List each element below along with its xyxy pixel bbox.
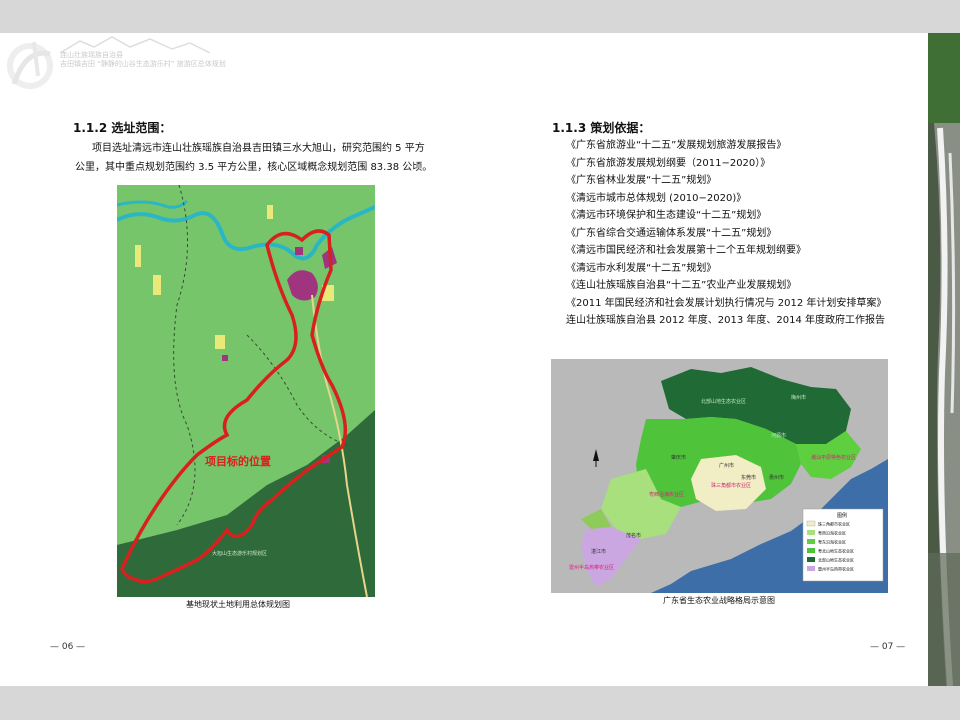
reference-item: 《广东省林业发展“十二五”规划》 (566, 175, 717, 186)
reference-item: 《广东省旅游业“十二五”发展规划旅游发展报告》 (566, 140, 787, 151)
legend-title: 图例 (837, 512, 847, 519)
reference-item: 《广东省综合交通运输体系发展“十二五”规划》 (566, 227, 777, 239)
legend-item: 粤北山地生态农业区 (818, 548, 854, 554)
header-line1: 连山壮族瑶族自治县 (60, 51, 123, 59)
map-label: 雷州半岛热带农业区 (569, 564, 614, 571)
legend-item: 粤东沿海农业区 (818, 539, 846, 545)
map-label: 潮汕平原特色农业区 (811, 454, 856, 461)
reference-item: 《广东省旅游发展规划纲要（2011−2020）》 (566, 157, 771, 169)
map-label: 粤西沿海农业区 (649, 491, 684, 498)
reference-item: 《清远市水利发展“十二五”规划》 (566, 262, 717, 274)
header-logo (7, 41, 53, 89)
left-paragraph: 项目选址清远市连山壮族瑶族自治县吉田镇三水大旭山，研究范围约 5 平方 公里，其… (75, 139, 433, 177)
reference-item: 《清远市环境保护和生态建设“十二五”规划》 (566, 210, 767, 221)
left-map-caption: 基地现状土地利用总体规划图 (186, 600, 290, 609)
map-label: 珠三角都市农业区 (711, 482, 751, 489)
map-label: 湛江市 (591, 548, 606, 555)
left-page-number: — 06 — (50, 642, 86, 652)
right-heading: 1.1.3 策划依据： (552, 121, 651, 135)
map-label: 广州市 (719, 462, 734, 469)
bottom-margin (0, 686, 960, 720)
map-label: 惠州市 (769, 474, 784, 481)
header-title: 连山壮族瑶族自治县 吉田镇吉田 “静静的山谷生态游乐村” 旅游区总体规划 (60, 51, 226, 69)
site-location-label: 项目标的位置 (205, 454, 271, 468)
legend-item: 雷州半岛热带农业区 (818, 566, 854, 572)
planning-area-label: 大旭山生态游乐村规划区 (212, 550, 267, 557)
map-label: 梅州市 (791, 394, 806, 401)
map-label: 茂名市 (626, 532, 641, 539)
right-map-caption: 广东省生态农业战略格局示意图 (663, 596, 775, 605)
map-label: 东莞市 (741, 474, 756, 481)
para-line1: 项目选址清远市连山壮族瑶族自治县吉田镇三水大旭山，研究范围约 5 平方 (92, 143, 425, 154)
reference-item: 《清远市国民经济和社会发展第十二个五年规划纲要》 (566, 245, 806, 256)
legend-item: 北部山地生态农业区 (818, 557, 854, 563)
reference-item: 连山壮族瑶族自治县 2012 年度、2013 年度、2014 年度政府工作报告 (566, 315, 886, 326)
document-spread: 连山壮族瑶族自治县 吉田镇吉田 “静静的山谷生态游乐村” 旅游区总体规划 1.1… (0, 33, 960, 686)
reference-item: 《2011 年国民经济和社会发展计划执行情况与 2012 年计划安排草案》 (566, 297, 887, 309)
header-line2: 吉田镇吉田 “静静的山谷生态游乐村” 旅游区总体规划 (60, 60, 226, 68)
guangdong-agriculture-map: 北部山地生态农业区 梅州市 河源市 潮汕平原特色农业区 广州市 珠三角都市农业区… (551, 359, 888, 593)
right-page-number: — 07 — (870, 642, 906, 652)
map-label: 肇庆市 (671, 454, 686, 461)
map-label: 北部山地生态农业区 (701, 398, 746, 405)
site-land-use-map: 项目标的位置 大旭山生态游乐村规划区 (117, 185, 375, 597)
left-heading: 1.1.2 选址范围： (73, 121, 172, 135)
legend-item: 珠三角都市农业区 (818, 521, 850, 527)
legend-item: 粤西沿海农业区 (818, 530, 846, 536)
reference-item: 《清远市城市总体规划 (2010−2020)》 (566, 192, 747, 204)
map-label: 河源市 (771, 432, 786, 439)
top-margin (0, 0, 960, 33)
waterfall-photo (928, 33, 960, 686)
reference-list: 《广东省旅游业“十二五”发展规划旅游发展报告》 《广东省旅游发展规划纲要（201… (566, 137, 886, 330)
para-line2: 公里，其中重点规划范围约 3.5 平方公里，核心区域概念规划范围 83.38 公… (75, 162, 433, 173)
reference-item: 《连山壮族瑶族自治县“十二五”农业产业发展规划》 (566, 280, 797, 291)
